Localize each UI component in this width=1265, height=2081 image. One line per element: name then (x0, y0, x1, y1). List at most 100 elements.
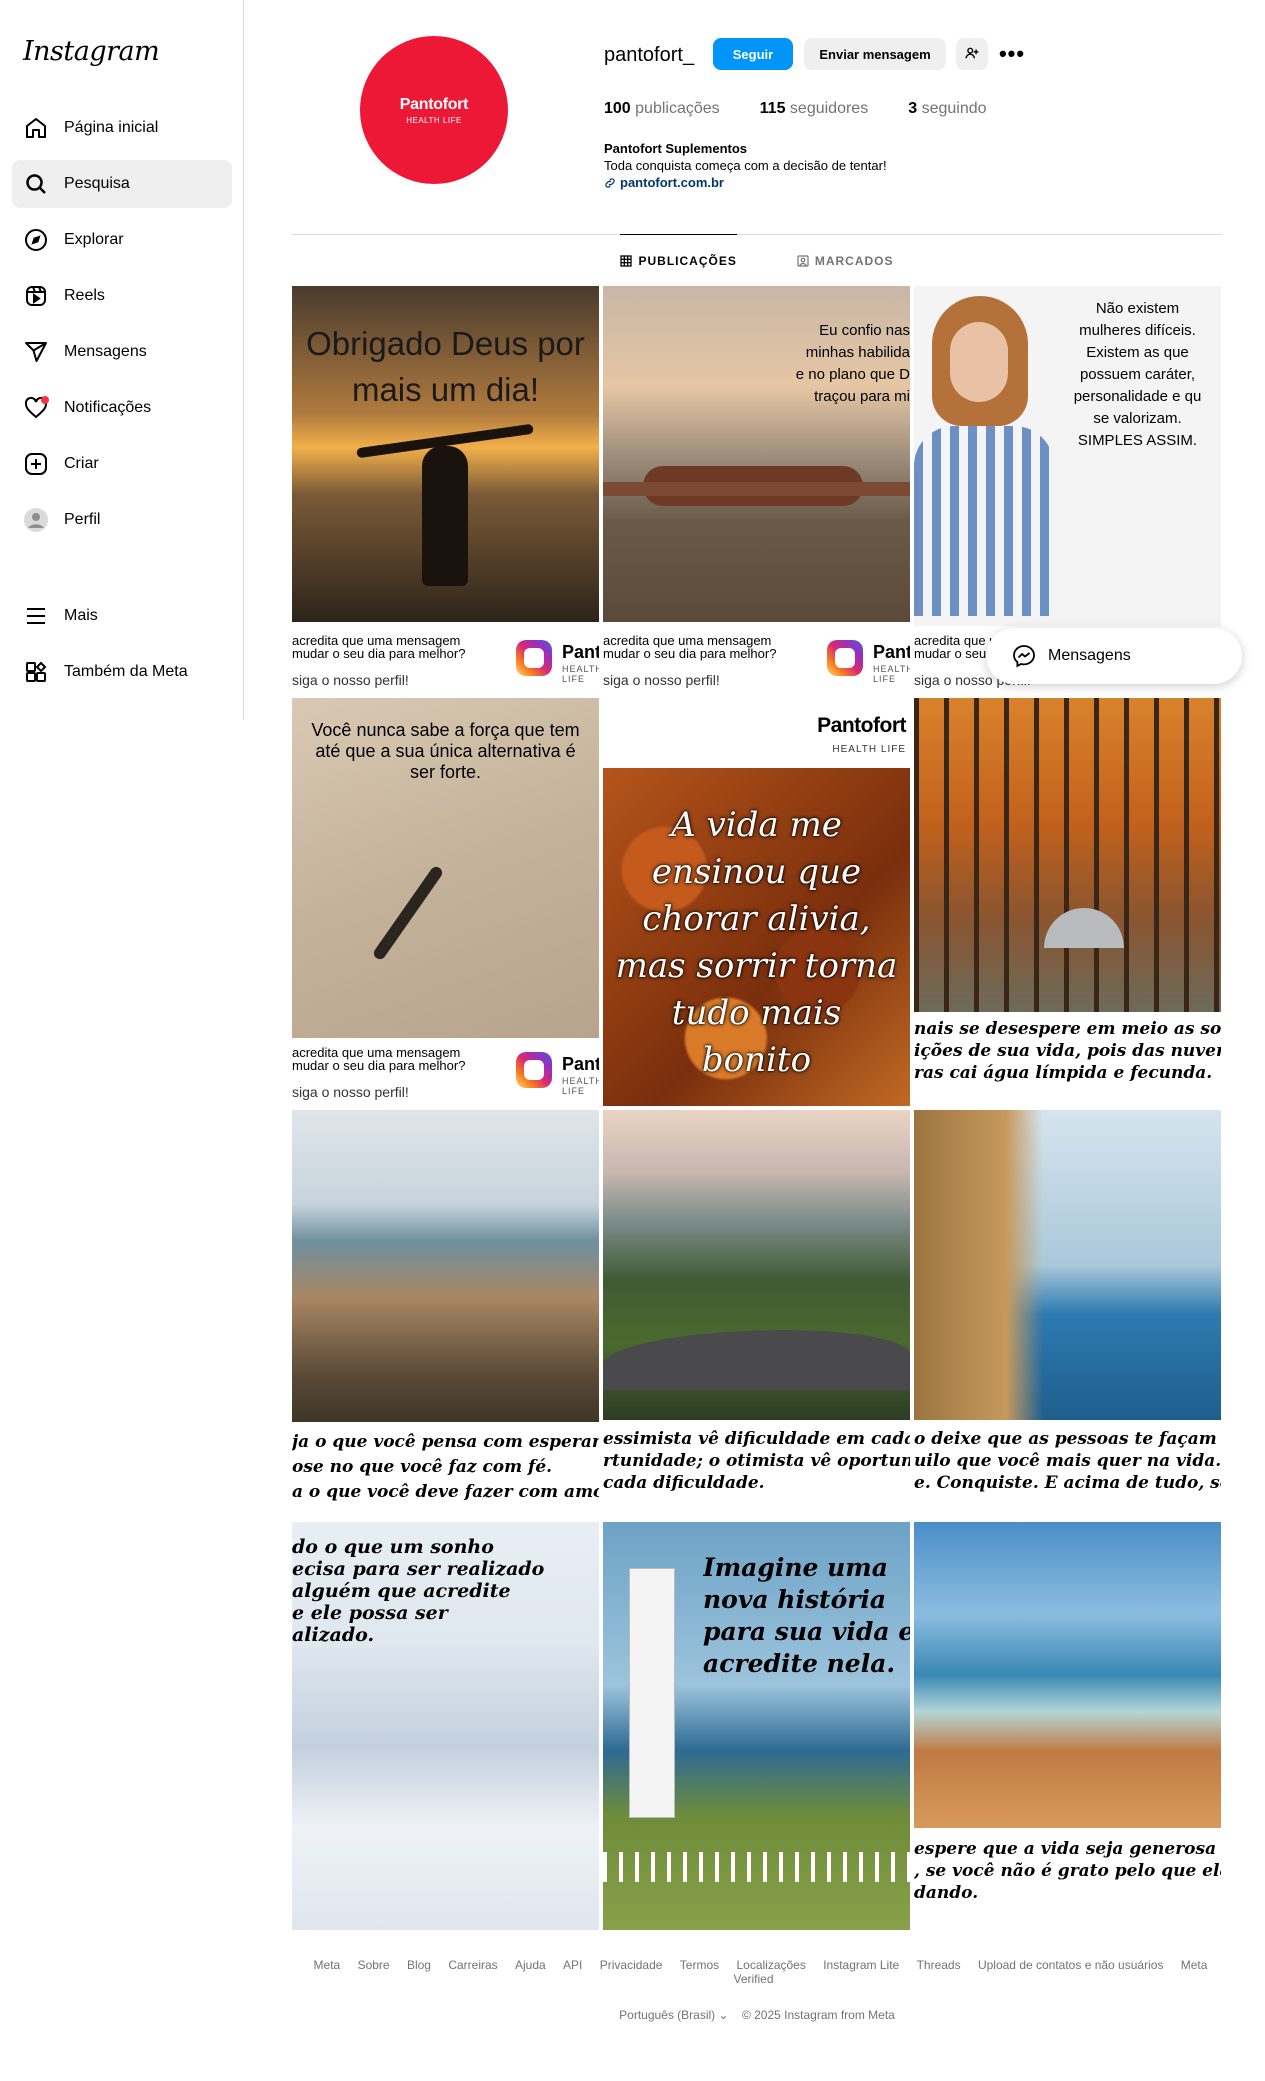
post-tile[interactable]: espere que a vida seja generosa co , se … (914, 1522, 1221, 1930)
promo-line: acredita que uma mensagemmudar o seu dia… (603, 633, 777, 661)
promo-brand-sub: HEALTH LIFE (562, 664, 599, 684)
profile-avatar[interactable]: Pantofort HEALTH LIFE (360, 36, 508, 184)
footer-link[interactable]: Upload de contatos e não usuários (978, 1958, 1163, 1972)
sidebar-item-label: Explorar (64, 231, 124, 248)
instagram-logo-icon (516, 1052, 552, 1088)
profile-stats: 100 publicações 115 seguidores 3 seguind… (604, 100, 1027, 118)
airplane-wing (603, 482, 910, 496)
sidebar-item-profile[interactable]: Perfil (12, 496, 232, 544)
post-tile[interactable]: Obrigado Deus por mais um dia! acredita … (292, 286, 599, 694)
avatar-icon (24, 508, 48, 532)
notification-dot (41, 396, 49, 404)
stat-following[interactable]: 3 seguindo (908, 100, 986, 118)
sidebar-item-more[interactable]: Mais (12, 592, 232, 640)
sidebar-item-label: Mensagens (64, 343, 147, 360)
sidebar-item-home[interactable]: Página inicial (12, 104, 232, 152)
tab-tagged[interactable]: MARCADOS (797, 235, 894, 287)
ellipsis-icon: ••• (998, 41, 1026, 66)
sidebar-item-search[interactable]: Pesquisa (12, 160, 232, 208)
footer-links: Meta Sobre Blog Carreiras Ajuda API Priv… (292, 1958, 1222, 1986)
post-tile[interactable]: ja o que você pensa com esperança. ose n… (292, 1110, 599, 1518)
post-tile[interactable]: Você nunca sabe a força que tem até que … (292, 698, 599, 1106)
post-tile[interactable]: essimista vê dificuldade em cada rtunida… (603, 1110, 910, 1518)
sidebar-item-also-from-meta[interactable]: Também da Meta (12, 648, 232, 696)
post-tile[interactable]: Pantofort HEALTH LIFE A vida me ensinou … (603, 698, 910, 1106)
promo-brand: Pantofort (873, 642, 910, 662)
suggest-users-button[interactable] (956, 38, 988, 70)
footer-link[interactable]: Sobre (358, 1958, 390, 1972)
lighthouse (629, 1568, 675, 1818)
footer-link[interactable]: Ajuda (515, 1958, 546, 1972)
follow-button[interactable]: Seguir (713, 38, 793, 70)
post-quote: espere que a vida seja generosa co , se … (914, 1839, 1221, 1903)
woman-face (950, 322, 1008, 402)
profile-bio: Pantofort Suplementos Toda conquista com… (604, 140, 887, 191)
footer-link[interactable]: Blog (407, 1958, 431, 1972)
sidebar: Instagram Página inicial Pesquisa Explor… (0, 0, 244, 720)
post-quote: nais se desespere em meio as sombri içõe… (914, 1019, 1221, 1083)
stat-posts: 100 publicações (604, 100, 720, 117)
woman-dress (914, 426, 1054, 616)
post-tile[interactable]: Eu confio nas minhas habilida e no plano… (603, 286, 910, 694)
sidebar-item-notifications[interactable]: Notificações (12, 384, 232, 432)
menu-icon (24, 604, 48, 628)
footer-link[interactable]: Termos (680, 1958, 719, 1972)
post-quote: ja o que você pensa com esperança. ose n… (292, 1432, 599, 1502)
sidebar-item-messages[interactable]: Mensagens (12, 328, 232, 376)
tab-posts[interactable]: PUBLICAÇÕES (620, 234, 737, 286)
sidebar-item-label: Página inicial (64, 119, 159, 136)
language-select[interactable]: Português (Brasil) ⌄ (619, 2008, 728, 2022)
post-quote: Você nunca sabe a força que tem até que … (311, 720, 580, 782)
send-icon (24, 340, 48, 364)
post-quote: essimista vê dificuldade em cada rtunida… (603, 1429, 910, 1493)
sidebar-item-reels[interactable]: Reels (12, 272, 232, 320)
bio-link[interactable]: pantofort.com.br (604, 174, 887, 191)
copyright: © 2025 Instagram from Meta (741, 2008, 895, 2022)
avatar-brand: Pantofort (399, 95, 469, 113)
footer-link[interactable]: Instagram Lite (823, 1958, 899, 1972)
silhouette (422, 446, 468, 586)
post-promo: acredita que uma mensagemmudar o seu dia… (603, 626, 910, 694)
sidebar-item-label: Perfil (64, 511, 101, 528)
post-title-line: mais um dia! (351, 371, 540, 408)
post-image-twelve-apostles (914, 1522, 1221, 1828)
more-options-button[interactable]: ••• (996, 38, 1028, 70)
instagram-logo-icon (516, 640, 552, 676)
instagram-logo[interactable]: Instagram (23, 36, 160, 67)
footer-link[interactable]: Localizações (736, 1958, 805, 1972)
stat-followers[interactable]: 115 seguidores (760, 100, 869, 118)
sidebar-item-label: Criar (64, 455, 99, 472)
footer-link[interactable]: Threads (917, 1958, 961, 1972)
instagram-logo-icon (827, 640, 863, 676)
post-tile[interactable]: o deixe que as pessoas te façam desistir… (914, 1110, 1221, 1518)
post-brand: Pantofort (817, 714, 906, 737)
promo-brand: Pantofort (562, 642, 599, 662)
promo-line: acredita que uma mensagemmudar o seu dia… (292, 1045, 466, 1073)
promo-follow: siga o nosso perfil! (603, 672, 720, 688)
post-quote: Não existem mulheres difíceis. Existem a… (1073, 300, 1202, 449)
posts-grid: Obrigado Deus por mais um dia! acredita … (292, 286, 1222, 1930)
send-message-button[interactable]: Enviar mensagem (804, 38, 946, 70)
post-brand-sub: HEALTH LIFE (832, 744, 906, 755)
sidebar-item-label: Notificações (64, 399, 152, 416)
footer-link[interactable]: Meta (314, 1958, 341, 1972)
post-image-cliffs (914, 1110, 1221, 1420)
chevron-down-icon: ⌄ (718, 2008, 729, 2022)
post-tile[interactable]: nais se desespere em meio as sombri içõe… (914, 698, 1221, 1106)
avatar-sub: HEALTH LIFE (406, 115, 462, 125)
footer-link[interactable]: Carreiras (448, 1958, 497, 1972)
tagged-icon (797, 255, 809, 267)
post-quote: o deixe que as pessoas te façam desistir… (914, 1429, 1221, 1493)
home-icon (24, 116, 48, 140)
sidebar-item-explore[interactable]: Explorar (12, 216, 232, 264)
sidebar-item-label: Reels (64, 287, 105, 304)
post-tile[interactable]: do o que um sonho ecisa para ser realiza… (292, 1522, 599, 1930)
post-quote: do o que um sonho ecisa para ser realiza… (292, 1536, 545, 1646)
messages-floating-button[interactable]: Mensagens (986, 628, 1242, 684)
footer-link[interactable]: API (563, 1958, 582, 1972)
sidebar-item-label: Mais (64, 607, 98, 624)
grid-icon (620, 254, 633, 267)
footer-link[interactable]: Privacidade (600, 1958, 663, 1972)
post-tile[interactable]: Imagine uma nova história para sua vida … (603, 1522, 910, 1930)
sidebar-item-create[interactable]: Criar (12, 440, 232, 488)
